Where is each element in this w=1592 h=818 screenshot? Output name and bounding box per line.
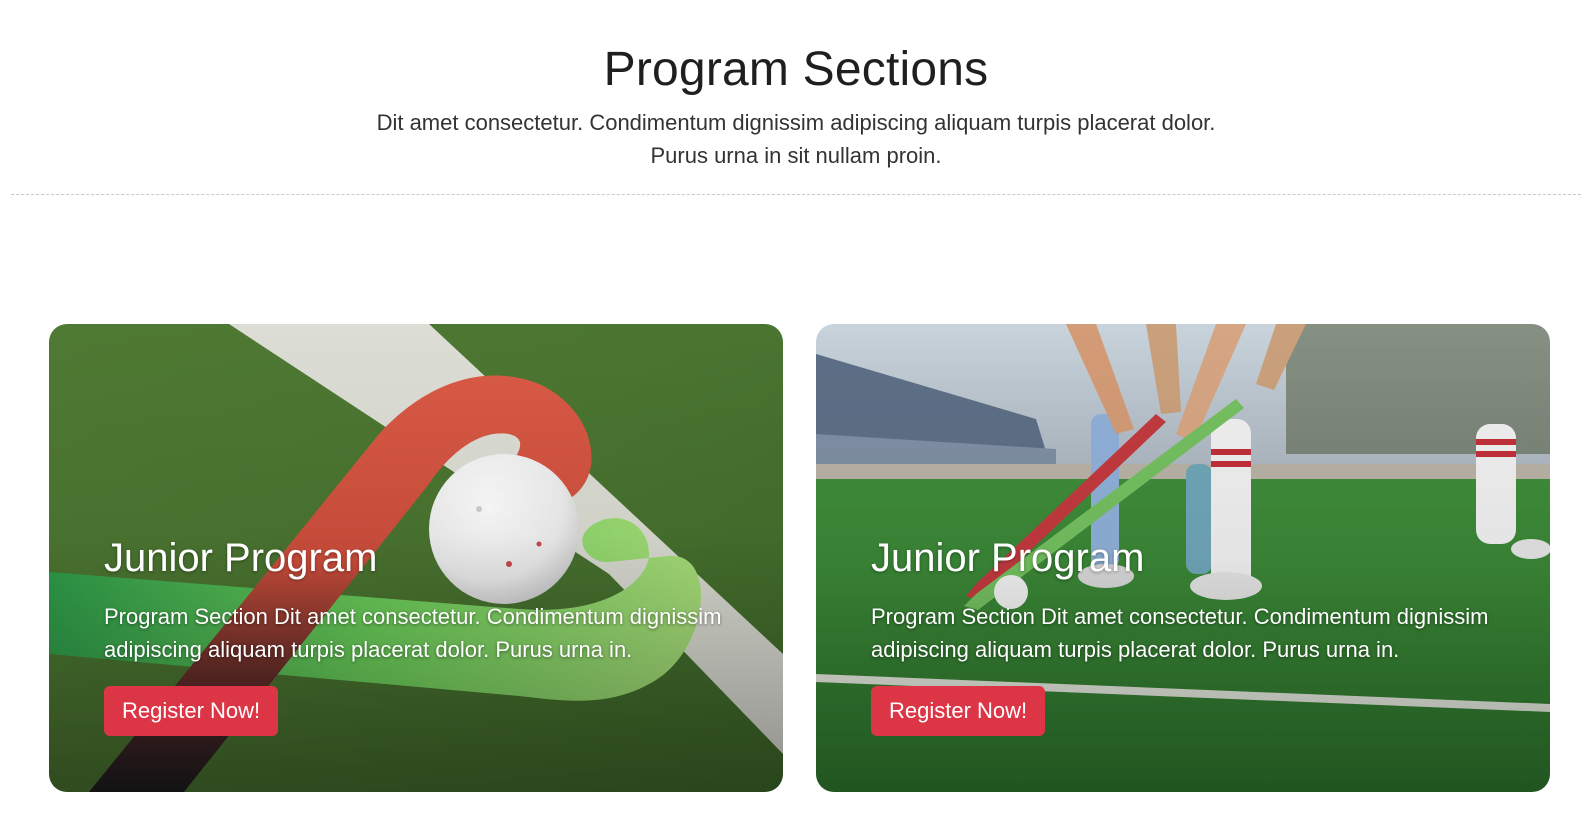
- card-description: Program Section Dit amet consectetur. Co…: [871, 604, 1489, 662]
- section-divider: [11, 194, 1581, 195]
- card-title: Junior Program: [104, 536, 378, 580]
- register-now-button[interactable]: Register Now!: [104, 686, 279, 736]
- register-now-button[interactable]: Register Now!: [871, 686, 1046, 736]
- card-description: Program Section Dit amet consectetur. Co…: [104, 604, 722, 662]
- page-title: Program Sections: [603, 43, 989, 96]
- card-title: Junior Program: [871, 536, 1145, 580]
- program-card-junior-2: Junior Program Program Section Dit amet …: [816, 324, 1550, 792]
- program-card-junior-1: Junior Program Program Section Dit amet …: [49, 324, 783, 792]
- card-content: Junior Program Program Section Dit amet …: [104, 534, 764, 666]
- section-subtitle: Dit amet consectetur. Condimentum dignis…: [376, 110, 1216, 168]
- card-content: Junior Program Program Section Dit amet …: [871, 534, 1531, 666]
